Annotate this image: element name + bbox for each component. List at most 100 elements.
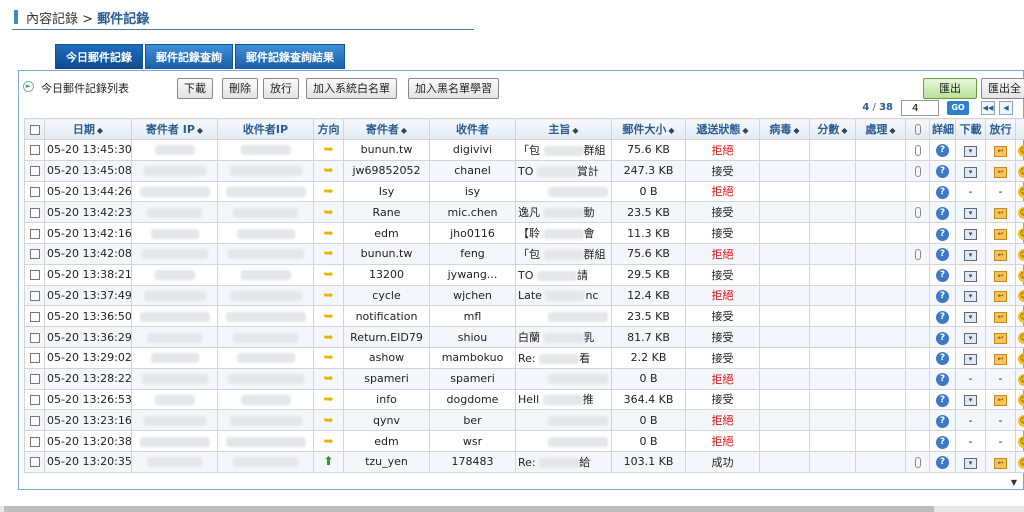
release-button[interactable]: 放行 [263, 78, 299, 99]
table-row[interactable]: 05-20 13:23:16➥qynvber0 B拒絕?--☺ [24, 409, 1024, 432]
table-row[interactable]: 05-20 13:29:02 ➥ ashow mambokuo Re: 看 2.2 KB 接… [24, 346, 1024, 369]
table-row[interactable]: 05-20 13:36:29 ➥ Return.EID79 shiou 白蘭 乳 81.7… [24, 326, 1024, 348]
row-checkbox[interactable] [24, 284, 45, 307]
download-mail-icon[interactable]: ▾ [964, 457, 977, 469]
download-mail-icon[interactable]: ▾ [964, 249, 977, 261]
go-button[interactable]: GO [947, 101, 969, 115]
row-checkbox[interactable] [24, 180, 45, 203]
detail-help-icon[interactable]: ? [936, 435, 949, 449]
smiley-icon[interactable]: ☺ [1018, 394, 1024, 407]
release-mail-icon[interactable]: ↩ [994, 166, 1007, 178]
export-all-button[interactable]: 匯出全 [981, 78, 1024, 99]
row-checkbox[interactable] [24, 326, 45, 348]
detail-help-icon[interactable]: ? [936, 373, 949, 387]
detail-help-icon[interactable]: ? [936, 352, 949, 366]
smiley-icon[interactable]: ☺ [1018, 311, 1024, 324]
table-row[interactable]: 05-20 13:28:22➥spamerispameri0 B拒絕?--☺ [24, 367, 1024, 390]
paperclip-icon[interactable] [914, 144, 921, 156]
smiley-icon[interactable]: ☺ [1018, 456, 1024, 469]
scrollbar-thumb[interactable] [4, 506, 934, 512]
table-row[interactable]: 05-20 13:26:53 ➥ info dogdome Hell 推 364.4 KB… [24, 388, 1024, 411]
download-mail-icon[interactable]: ▾ [964, 166, 977, 178]
add-blacklist-learning-button[interactable]: 加入黑名單學習 [408, 78, 499, 99]
row-checkbox[interactable] [24, 367, 45, 390]
smiley-icon[interactable]: ☺ [1018, 165, 1024, 178]
release-mail-icon[interactable]: ↩ [994, 270, 1007, 282]
download-mail-icon[interactable]: ▾ [964, 145, 977, 157]
table-row[interactable]: 05-20 13:20:38➥edmwsr0 B拒絕?--☺ [24, 430, 1024, 452]
row-checkbox[interactable] [24, 222, 45, 244]
detail-help-icon[interactable]: ? [936, 206, 949, 220]
tab-mail-log-results[interactable]: 郵件記錄查詢結果 [235, 44, 345, 69]
row-checkbox[interactable] [24, 159, 45, 182]
tab-today-mail-log[interactable]: 今日郵件記錄 [55, 44, 143, 69]
download-mail-icon[interactable]: ▾ [964, 353, 977, 365]
page-number-input[interactable] [901, 100, 939, 116]
detail-help-icon[interactable]: ? [936, 289, 949, 303]
row-checkbox[interactable] [24, 388, 45, 411]
release-mail-icon[interactable]: ↩ [994, 208, 1007, 220]
tab-mail-log-search[interactable]: 郵件記錄查詢 [145, 44, 233, 69]
table-row[interactable]: 05-20 13:45:30 ➥ bunun.tw digivivi 「包 群組 75.6… [24, 139, 1024, 161]
release-mail-icon[interactable]: ↩ [994, 457, 1007, 469]
col-date[interactable]: 日期 ◆ [44, 118, 132, 140]
row-checkbox[interactable] [24, 263, 45, 286]
row-checkbox[interactable] [24, 409, 45, 432]
col-size[interactable]: 郵件大小 ◆ [611, 118, 686, 140]
smiley-icon[interactable]: ☺ [1018, 269, 1024, 282]
paperclip-icon[interactable] [914, 207, 921, 219]
smiley-icon[interactable]: ☺ [1018, 144, 1024, 157]
release-mail-icon[interactable]: ↩ [994, 229, 1007, 241]
detail-help-icon[interactable]: ? [936, 144, 949, 158]
smiley-icon[interactable]: ☺ [1018, 436, 1024, 449]
col-action[interactable]: 處理 ◆ [855, 118, 906, 140]
download-mail-icon[interactable]: ▾ [964, 208, 977, 220]
col-virus[interactable]: 病毒 ◆ [759, 118, 810, 140]
release-mail-icon[interactable]: ↩ [994, 249, 1007, 261]
detail-help-icon[interactable]: ? [936, 248, 949, 262]
col-subject[interactable]: 主旨 ◆ [515, 118, 612, 140]
release-mail-icon[interactable]: ↩ [994, 291, 1007, 303]
table-row[interactable]: 05-20 13:36:50 ➥ notification mfl 23.5 KB 接受?… [24, 305, 1024, 328]
download-mail-icon[interactable]: ▾ [964, 270, 977, 282]
download-mail-icon[interactable]: ▾ [964, 291, 977, 303]
paperclip-icon[interactable] [914, 248, 921, 260]
row-checkbox[interactable] [24, 346, 45, 369]
col-status[interactable]: 遞送狀態 ◆ [685, 118, 760, 140]
delete-button[interactable]: 刪除 [222, 78, 258, 99]
table-row[interactable]: 05-20 13:38:21 ➥ 13200 jywang... TO 請 29.5 KB… [24, 263, 1024, 286]
smiley-icon[interactable]: ☺ [1018, 352, 1024, 365]
paperclip-icon[interactable] [914, 165, 921, 177]
smiley-icon[interactable]: ☺ [1018, 207, 1024, 220]
detail-help-icon[interactable]: ? [936, 393, 949, 407]
col-sender[interactable]: 寄件者 ◆ [343, 118, 430, 140]
expand-icon[interactable]: ► [23, 81, 34, 92]
table-row[interactable]: 05-20 13:42:23 ➥ Rane mic.chen 逸凡 動 23.5 KB 接受… [24, 201, 1024, 224]
release-mail-icon[interactable]: ↩ [994, 353, 1007, 365]
table-row[interactable]: 05-20 13:42:16 ➥ edm jho0116 【聆 會 11.3 KB 接受? ▾… [24, 222, 1024, 244]
scroll-down-arrow-icon[interactable]: ▼ [1011, 478, 1017, 487]
add-system-whitelist-button[interactable]: 加入系統白名單 [306, 78, 397, 99]
smiley-icon[interactable]: ☺ [1018, 373, 1024, 386]
smiley-icon[interactable]: ☺ [1018, 248, 1024, 261]
detail-help-icon[interactable]: ? [936, 456, 949, 470]
detail-help-icon[interactable]: ? [936, 331, 949, 345]
first-page-icon[interactable]: ◀◀ [981, 101, 995, 115]
row-checkbox[interactable] [24, 242, 45, 265]
table-row[interactable]: 05-20 13:42:08 ➥ bunun.tw feng 「包 群組 75.6 KB 拒… [24, 242, 1024, 265]
detail-help-icon[interactable]: ? [936, 165, 949, 179]
download-mail-icon[interactable]: ▾ [964, 395, 977, 407]
download-mail-icon[interactable]: ▾ [964, 229, 977, 241]
detail-help-icon[interactable]: ? [936, 310, 949, 324]
row-checkbox[interactable] [24, 430, 45, 452]
paperclip-icon[interactable] [914, 456, 921, 468]
breadcrumb-parent[interactable]: 內容記錄 [26, 12, 78, 27]
horizontal-scrollbar[interactable] [0, 506, 1024, 512]
table-row[interactable]: 05-20 13:44:26➥Isyisy0 B拒絕?--☺ [24, 180, 1024, 203]
row-checkbox[interactable] [24, 305, 45, 328]
table-row[interactable]: 05-20 13:45:08 ➥ jw69852052 chanel TO 賞計 247.… [24, 159, 1024, 182]
smiley-icon[interactable]: ☺ [1018, 415, 1024, 428]
download-mail-icon[interactable]: ▾ [964, 333, 977, 345]
detail-help-icon[interactable]: ? [936, 227, 949, 241]
smiley-icon[interactable]: ☺ [1018, 228, 1024, 241]
